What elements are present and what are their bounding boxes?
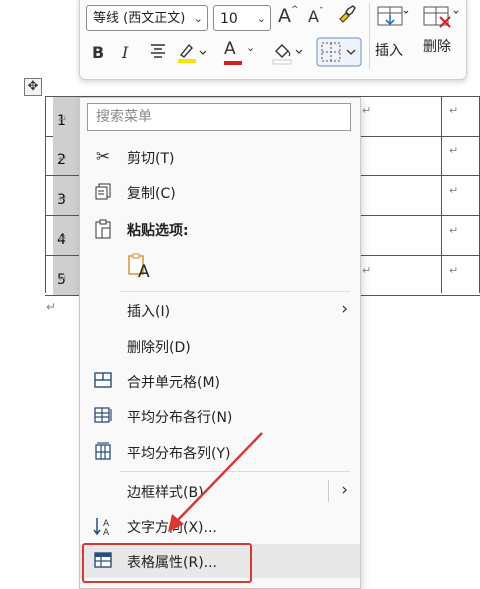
font-size-select[interactable]: 10 ⌄ (213, 5, 271, 31)
menu-divider (120, 471, 350, 472)
menu-item-copy[interactable]: 复制(C) (80, 175, 360, 209)
insert-table-icon[interactable] (374, 1, 410, 40)
merge-cells-icon (92, 370, 114, 392)
copy-icon (92, 181, 114, 203)
menu-item-cut[interactable]: ✂ 剪切(T) (80, 140, 360, 174)
font-name-select[interactable]: 等线 (西文正文) ⌄ (86, 5, 208, 31)
distribute-rows-icon (92, 405, 114, 427)
menu-item-distribute-columns[interactable]: 平均分布各列(Y) (80, 435, 360, 469)
italic-button[interactable]: I (122, 43, 128, 62)
scissors-icon: ✂ (95, 147, 111, 167)
menu-divider (120, 291, 350, 292)
font-color-button[interactable]: A ⌄ (224, 39, 255, 65)
menu-item-distribute-rows[interactable]: 平均分布各行(N) (80, 399, 360, 433)
paragraph-mark: ↵ (46, 300, 57, 314)
delete-table-icon[interactable] (420, 1, 460, 40)
menu-item-text-direction[interactable]: AA 文字方向(X)... (80, 509, 360, 543)
highlight-annotation-box (82, 543, 252, 583)
cell-mark: ↵ (449, 224, 459, 237)
delete-label[interactable]: 删除 (423, 36, 451, 56)
paste-keep-text-only-button[interactable]: A (126, 252, 156, 284)
menu-search-input[interactable]: 搜索菜单 (87, 103, 351, 131)
chevron-down-icon: ⌄ (193, 12, 203, 25)
font-size-value: 10 (220, 11, 238, 27)
toolbar-divider (369, 3, 370, 69)
borders-button[interactable] (316, 37, 362, 67)
text-direction-icon: AA (92, 515, 114, 538)
menu-item-paste-options: 粘贴选项: (80, 212, 360, 246)
context-menu: 搜索菜单 ✂ 剪切(T) 复制(C) 粘贴选项: A 插入(I) › 删除列(D… (79, 97, 361, 589)
cell-mark: ↵ (449, 104, 459, 117)
table-border (441, 96, 442, 293)
format-painter-icon[interactable] (336, 3, 358, 30)
insert-label[interactable]: 插入 (375, 40, 403, 60)
cell-mark: ↵ (449, 144, 459, 157)
search-placeholder: 搜索菜单 (96, 109, 152, 125)
split-divider (328, 480, 329, 502)
mini-toolbar: 等线 (西文正文) ⌄ 10 ⌄ A^ Aˇ B I A ⌄ 插入 删除 (79, 0, 467, 80)
chevron-down-icon: ⌄ (256, 12, 266, 25)
menu-item-insert[interactable]: 插入(I) › (80, 293, 360, 327)
paste-keep-text-letter: A (138, 262, 150, 282)
cell-mark: ↵ (449, 184, 459, 197)
menu-item-merge-cells[interactable]: 合并单元格(M) (80, 364, 360, 398)
cell-mark: ↵ (362, 264, 372, 277)
chevron-right-icon[interactable]: › (341, 480, 348, 500)
chevron-right-icon: › (341, 299, 348, 319)
shading-color-icon[interactable] (270, 39, 304, 70)
table-move-handle-icon[interactable]: ✥ (24, 78, 42, 96)
align-center-icon[interactable] (148, 41, 168, 66)
svg-text:A: A (103, 528, 110, 537)
grow-font-button[interactable]: A^ (278, 5, 299, 27)
chevron-down-icon: ⌄ (246, 41, 256, 54)
menu-item-border-styles[interactable]: 边框样式(B) › (80, 474, 360, 508)
bold-button[interactable]: B (92, 43, 104, 62)
menu-item-delete-column[interactable]: 删除列(D) (80, 329, 360, 363)
cell-mark: ↵ (362, 104, 372, 117)
cell-mark: ↵ (449, 264, 459, 277)
highlight-color-button[interactable] (176, 41, 207, 70)
table-border (45, 96, 46, 293)
font-name-value: 等线 (西文正文) (93, 11, 186, 26)
clipboard-icon (92, 218, 114, 240)
shrink-font-button[interactable]: Aˇ (308, 7, 323, 26)
distribute-columns-icon (92, 441, 114, 463)
